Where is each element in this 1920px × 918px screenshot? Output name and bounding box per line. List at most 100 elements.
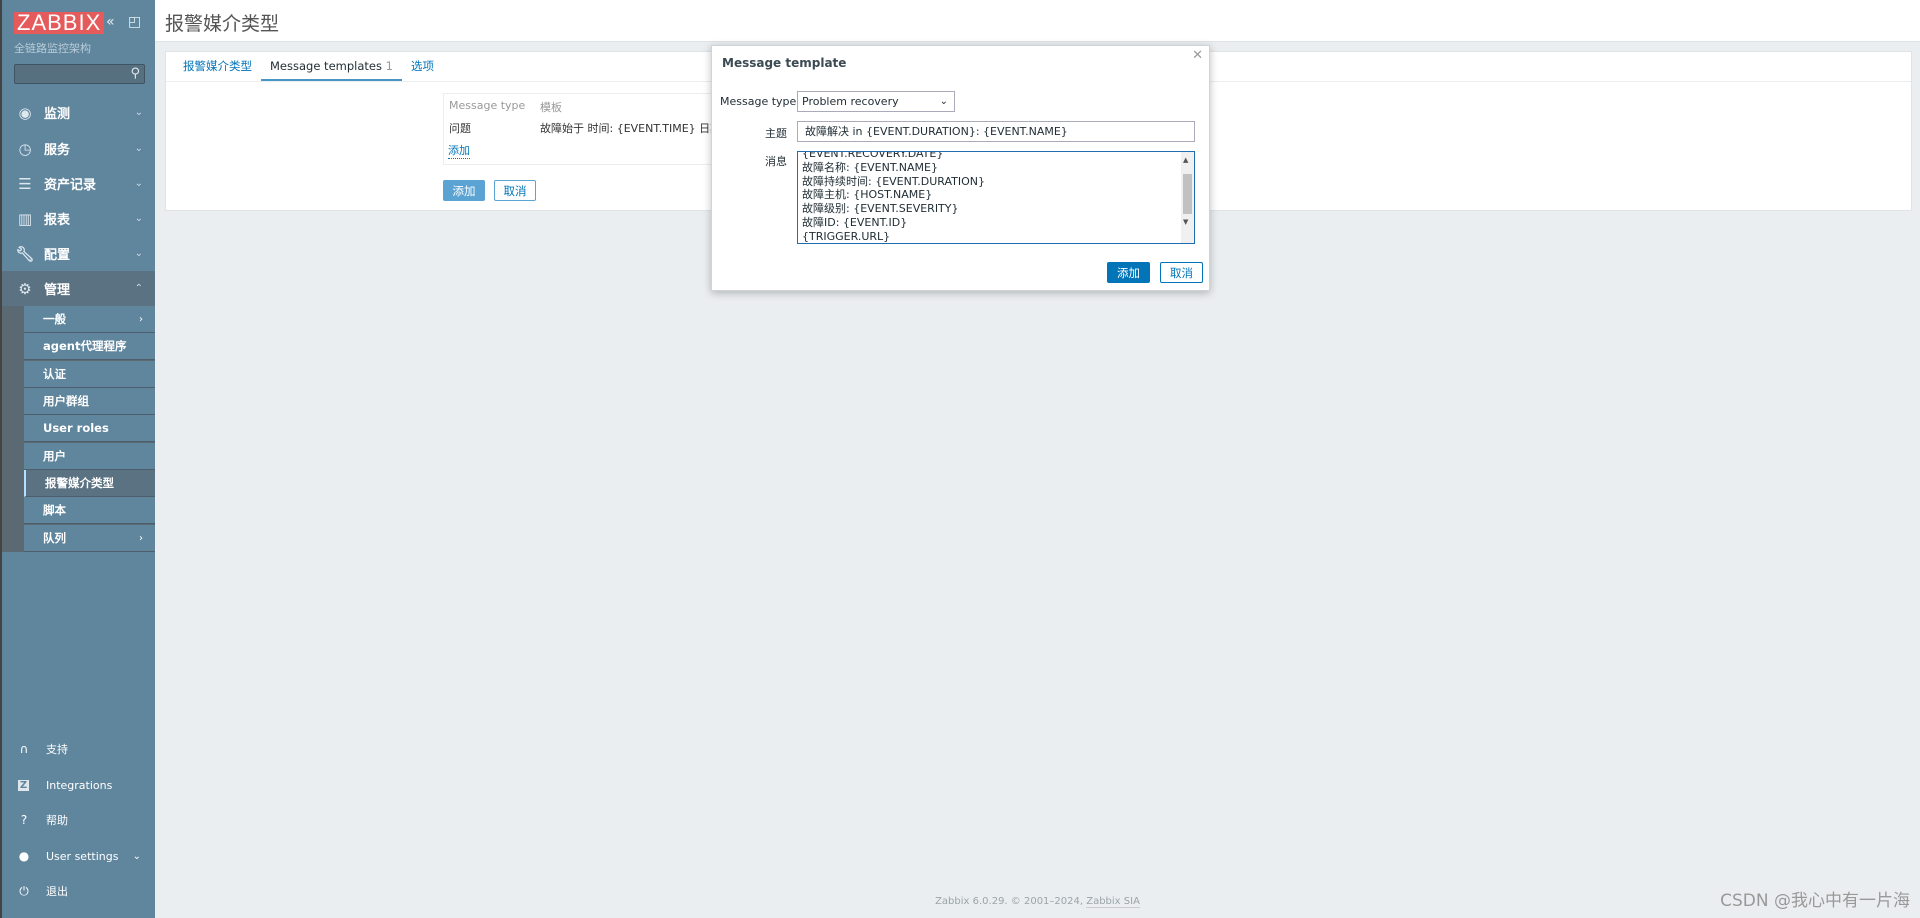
menu-label: User settings — [46, 849, 119, 863]
wrench-icon: 🔧︎ — [15, 244, 35, 263]
menu-label: 管理 — [44, 283, 71, 298]
submenu-scripts[interactable]: 脚本 — [24, 497, 155, 524]
column-header-template: 模板 — [540, 101, 562, 114]
chevron-down-icon: ⌄ — [939, 96, 948, 107]
menu-inventory[interactable]: ☰ 资产记录 ⌄ — [2, 166, 155, 201]
footer: Zabbix 6.0.29. © 2001–2024, Zabbix SIA — [155, 896, 1920, 908]
message-textarea[interactable]: {EVENT.RECOVERY.DATE} 故障名称: {EVENT.NAME}… — [797, 151, 1195, 244]
submenu-queue[interactable]: 队列 › — [24, 525, 155, 552]
menu-label: 退出 — [46, 885, 68, 898]
dialog-add-button[interactable]: 添加 — [1107, 262, 1150, 283]
add-template-link[interactable]: 添加 — [448, 142, 470, 159]
zabbix-z-icon: Z — [18, 779, 29, 791]
kiosk-mode-icon[interactable]: ◰ — [128, 14, 141, 30]
submenu-label: 用户群组 — [43, 394, 89, 408]
menu-label: 资产记录 — [44, 178, 97, 193]
message-line: 故障名称: {EVENT.NAME} — [802, 160, 938, 174]
submenu-general[interactable]: 一般 › — [24, 306, 155, 333]
textarea-scrollbar[interactable]: ▲ ▼ — [1181, 152, 1194, 243]
submenu-label: User roles — [43, 421, 109, 435]
menu-label: 监测 — [44, 107, 71, 122]
list-icon: ☰ — [18, 174, 32, 193]
dialog-cancel-button[interactable]: 取消 — [1160, 262, 1203, 283]
add-button[interactable]: 添加 — [443, 180, 485, 201]
bar-chart-icon: ▥ — [17, 209, 33, 228]
collapse-sidebar-icon[interactable]: « — [106, 14, 115, 30]
menu-label: Integrations — [46, 778, 113, 792]
menu-reports[interactable]: ▥ 报表 ⌄ — [2, 201, 155, 236]
submenu-authentication[interactable]: 认证 — [24, 361, 155, 388]
scroll-up-icon[interactable]: ▲ — [1183, 154, 1188, 168]
message-line: 故障持续时间: {EVENT.DURATION} — [802, 174, 986, 188]
submenu-user-groups[interactable]: 用户群组 — [24, 388, 155, 415]
subject-input[interactable]: 故障解决 in {EVENT.DURATION}: {EVENT.NAME} — [797, 121, 1195, 142]
message-label: 消息 — [765, 155, 787, 168]
templates-table: Message type 模板 问题 故障始于 时间: {EVENT.TIME}… — [443, 93, 743, 165]
submenu-label: 用户 — [43, 449, 66, 463]
zabbix-sia-link[interactable]: Zabbix SIA — [1086, 896, 1140, 908]
zabbix-logo[interactable]: ZABBIX — [14, 12, 105, 34]
row-template: 故障始于 时间: {EVENT.TIME} 日期: { — [540, 122, 736, 135]
tab-options[interactable]: 选项 — [402, 52, 443, 81]
subject-label: 主题 — [765, 127, 787, 140]
menu-support[interactable]: ∩ 支持 — [2, 734, 155, 764]
menu-monitoring[interactable]: ◉ 监测 ⌄ — [2, 95, 155, 130]
menu-label: 帮助 — [46, 814, 68, 827]
row-type[interactable]: 问题 — [449, 120, 471, 136]
chevron-down-icon: ⌄ — [134, 107, 143, 118]
tab-message-templates[interactable]: Message templates 1 — [261, 52, 402, 81]
tab-label: Message templates — [270, 59, 382, 73]
headset-icon: ∩ — [19, 742, 29, 756]
menu-administration[interactable]: ⚙ 管理 ⌃ — [2, 271, 155, 306]
submenu-label: 一般 — [43, 312, 66, 326]
column-header-type: Message type — [449, 99, 526, 112]
chevron-down-icon: ⌄ — [134, 143, 143, 154]
gear-icon: ⚙ — [18, 279, 32, 298]
chevron-down-icon: ⌄ — [132, 850, 141, 862]
message-type-select[interactable]: Problem recovery ⌄ — [797, 91, 955, 112]
submenu-media-types[interactable]: 报警媒介类型 — [24, 470, 155, 497]
search-icon[interactable]: ⚲ — [130, 66, 140, 81]
menu-services[interactable]: ◷ 服务 ⌄ — [2, 131, 155, 166]
submenu-user-roles[interactable]: User roles — [24, 415, 155, 442]
page-header: 报警媒介类型 — [155, 0, 1920, 42]
submenu-label: 认证 — [43, 367, 66, 381]
tab-label: 报警媒介类型 — [183, 59, 252, 73]
submenu-users[interactable]: 用户 — [24, 443, 155, 470]
chevron-right-icon: › — [139, 313, 143, 325]
menu-sign-out[interactable]: ⏻ 退出 — [2, 876, 155, 906]
tab-count: 1 — [385, 59, 393, 73]
message-line: 故障ID: {EVENT.ID} — [802, 215, 908, 229]
message-line: {TRIGGER.URL} — [802, 229, 891, 243]
message-line: 故障主机: {HOST.NAME} — [802, 188, 933, 202]
menu-label: 支持 — [46, 743, 68, 756]
stopwatch-icon: ◷ — [18, 139, 32, 158]
chevron-down-icon: ⌄ — [134, 213, 143, 224]
search-input[interactable]: ⚲ — [14, 64, 145, 84]
sidebar: ZABBIX « ◰ 全链路监控架构 ⚲ ◉ 监测 ⌄ ◷ 服务 ⌄ ☰ 资产记录 ⌄ ▥ 报… — [0, 0, 155, 918]
tab-media-type[interactable]: 报警媒介类型 — [174, 52, 261, 81]
watermark: CSDN @我心中有一片海 — [1720, 891, 1910, 911]
menu-integrations[interactable]: Z Integrations — [2, 770, 155, 800]
submenu-label: 队列 — [43, 531, 66, 545]
message-type-label: Message type — [720, 95, 797, 108]
submenu-label: 脚本 — [43, 503, 66, 517]
menu-configuration[interactable]: 🔧︎ 配置 ⌄ — [2, 236, 155, 271]
message-line: {EVENT.RECOVERY.DATE} — [802, 151, 944, 160]
close-icon[interactable]: ✕ — [1192, 48, 1203, 63]
submenu-proxies[interactable]: agent代理程序 — [24, 333, 155, 360]
scroll-down-icon[interactable]: ▼ — [1183, 216, 1188, 230]
selected-value: Problem recovery — [802, 95, 899, 108]
scrollbar-thumb[interactable] — [1183, 174, 1192, 214]
menu-label: 配置 — [44, 248, 71, 263]
cancel-button[interactable]: 取消 — [494, 180, 536, 201]
menu-user-settings[interactable]: ● User settings ⌄ — [2, 841, 155, 871]
chevron-up-icon: ⌃ — [134, 283, 143, 294]
question-icon: ? — [20, 813, 28, 827]
submenu-label: agent代理程序 — [43, 339, 127, 353]
menu-label: 服务 — [44, 143, 71, 158]
copyright-text: Zabbix 6.0.29. © 2001–2024, — [935, 896, 1087, 907]
message-line: 故障级别: {EVENT.SEVERITY} — [802, 202, 959, 216]
message-template-dialog: Message template ✕ Message type Problem … — [711, 45, 1210, 291]
menu-help[interactable]: ? 帮助 — [2, 805, 155, 835]
